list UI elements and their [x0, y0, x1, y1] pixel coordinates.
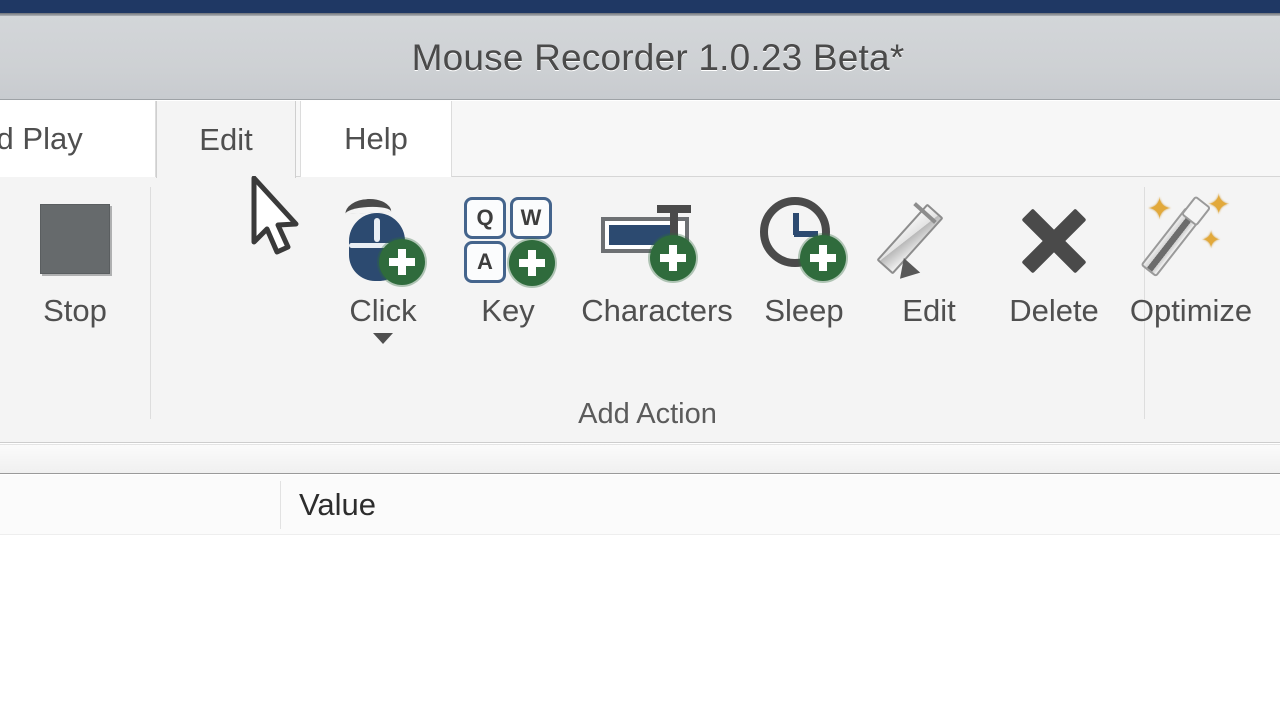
key-button[interactable]: Q W A Key — [443, 191, 573, 329]
delete-button[interactable]: Delete — [987, 191, 1121, 329]
edit-action-button[interactable]: Edit — [864, 191, 994, 329]
ribbon-group-label-add-action: Add Action — [151, 398, 1144, 431]
title-bar: Mouse Recorder 1.0.23 Beta* — [0, 16, 1280, 100]
pencil-icon — [881, 191, 977, 287]
tab-edit[interactable]: Edit — [156, 101, 296, 178]
edit-action-button-label: Edit — [902, 293, 955, 329]
textfield-add-icon — [597, 191, 717, 287]
stop-button-label: Stop — [43, 293, 107, 329]
window-accent-bar — [0, 0, 1280, 13]
tab-record-and-play[interactable]: nd Play — [0, 101, 156, 177]
click-button-label: Click — [349, 293, 416, 329]
list-header-row: Value — [0, 475, 1280, 535]
sleep-button[interactable]: Sleep — [739, 191, 869, 329]
characters-button-label: Characters — [581, 293, 733, 329]
window-title: Mouse Recorder 1.0.23 Beta* — [412, 37, 905, 79]
stop-square-icon — [27, 191, 123, 287]
keycap-w: W — [510, 197, 552, 239]
tab-record-and-play-label: nd Play — [0, 121, 83, 157]
ribbon-group-add-action: Click Q W A Key — [151, 177, 1144, 443]
sleep-button-label: Sleep — [764, 293, 843, 329]
chevron-down-icon[interactable] — [373, 333, 393, 344]
ribbon-tab-strip: nd Play Edit Help — [0, 101, 1280, 177]
keyboard-add-icon: Q W A — [460, 191, 556, 287]
ribbon-group-playback: Stop — [0, 177, 150, 427]
keycap-a: A — [464, 241, 506, 283]
delete-button-label: Delete — [1009, 293, 1099, 329]
click-button[interactable]: Click — [318, 191, 448, 344]
clock-add-icon — [756, 191, 852, 287]
application-window: Mouse Recorder 1.0.23 Beta* nd Play Edit… — [0, 0, 1280, 720]
list-body[interactable] — [0, 535, 1280, 720]
mouse-add-icon — [335, 191, 431, 287]
x-cross-icon — [1006, 191, 1102, 287]
keycap-q: Q — [464, 197, 506, 239]
action-list-view[interactable]: Value — [0, 475, 1280, 720]
key-button-label: Key — [481, 293, 534, 329]
tab-help-label: Help — [344, 121, 408, 157]
ribbon-group-filters: Mo Mo Key — [1145, 177, 1280, 427]
characters-button[interactable]: Characters — [571, 191, 743, 329]
tab-edit-label: Edit — [199, 122, 252, 158]
tab-help[interactable]: Help — [300, 101, 452, 177]
sub-ribbon-strip — [0, 444, 1280, 474]
ribbon: Stop Click — [0, 177, 1280, 443]
column-header-value[interactable]: Value — [281, 475, 376, 535]
stop-button[interactable]: Stop — [10, 191, 140, 329]
